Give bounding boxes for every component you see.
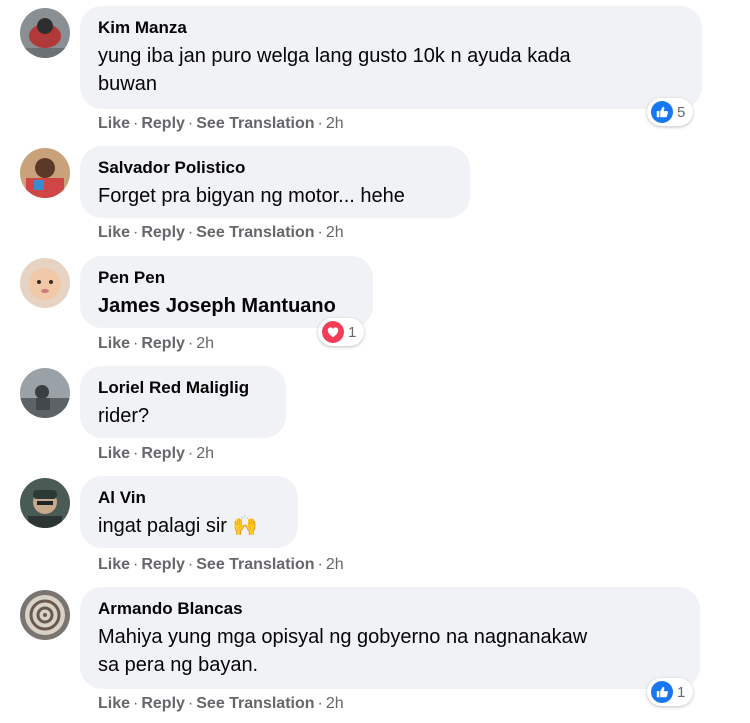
comment-bubble: Armando Blancas Mahiya yung mga opisyal … (80, 587, 700, 689)
comment-text: ingat palagi sir 🙌 (98, 515, 258, 537)
reply-link[interactable]: Reply (141, 115, 185, 132)
comment-timestamp[interactable]: 2h (326, 115, 344, 132)
like-reaction-icon (651, 101, 673, 123)
comment-actions: Like · Reply · 2h (98, 335, 215, 352)
comment-bubble: Salvador Polistico Forget pra bigyan ng … (80, 146, 470, 218)
like-link[interactable]: Like (98, 695, 130, 712)
like-link[interactable]: Like (98, 556, 130, 573)
like-link[interactable]: Like (98, 335, 130, 352)
reply-link[interactable]: Reply (141, 224, 185, 241)
comment-actions: Like · Reply · 2h (98, 445, 215, 462)
love-reaction-icon (322, 321, 344, 343)
like-reaction-icon (651, 681, 673, 703)
avatar[interactable] (20, 590, 70, 640)
comment-author[interactable]: Armando Blancas (98, 598, 682, 619)
reaction-count-value: 1 (348, 323, 357, 341)
reaction-count-value: 5 (677, 103, 686, 121)
avatar[interactable] (20, 478, 70, 528)
comment-actions: Like · Reply · See Translation · 2h (98, 556, 344, 573)
comment-text: Mahiya yung mga opisyal ng gobyerno na n… (98, 626, 588, 648)
comment-timestamp[interactable]: 2h (326, 695, 344, 712)
comment-timestamp[interactable]: 2h (326, 556, 344, 573)
comment-author[interactable]: Pen Pen (98, 267, 355, 288)
comment-text: sa pera ng bayan. (98, 654, 259, 676)
reaction-count[interactable]: 1 (318, 318, 365, 346)
like-link[interactable]: Like (98, 445, 130, 462)
see-translation-link[interactable]: See Translation (196, 556, 314, 573)
see-translation-link[interactable]: See Translation (196, 695, 314, 712)
avatar[interactable] (20, 8, 70, 58)
reply-link[interactable]: Reply (141, 556, 185, 573)
reaction-count[interactable]: 1 (647, 678, 694, 706)
see-translation-link[interactable]: See Translation (196, 115, 314, 132)
reaction-count[interactable]: 5 (647, 98, 694, 126)
like-link[interactable]: Like (98, 115, 130, 132)
comment-text: rider? (98, 405, 150, 427)
reply-link[interactable]: Reply (141, 445, 185, 462)
comment-author[interactable]: Kim Manza (98, 17, 684, 38)
comment-actions: Like · Reply · See Translation · 2h (98, 224, 344, 241)
comment-timestamp[interactable]: 2h (196, 335, 214, 352)
avatar[interactable] (20, 148, 70, 198)
comment-timestamp[interactable]: 2h (326, 224, 344, 241)
comment-bubble: Kim Manza yung iba jan puro welga lang g… (80, 6, 702, 109)
comment-actions: Like · Reply · See Translation · 2h (98, 695, 344, 712)
comment-text: buwan (98, 73, 157, 95)
comment-author[interactable]: Salvador Polistico (98, 157, 452, 178)
like-link[interactable]: Like (98, 224, 130, 241)
comment-author[interactable]: Al Vin (98, 487, 280, 508)
tagged-user-link[interactable]: James Joseph Mantuano (98, 292, 355, 320)
reply-link[interactable]: Reply (141, 335, 185, 352)
reply-link[interactable]: Reply (141, 695, 185, 712)
comment-text: yung iba jan puro welga lang gusto 10k n… (98, 45, 571, 67)
comment-timestamp[interactable]: 2h (196, 445, 214, 462)
comment-actions: Like · Reply · See Translation · 2h (98, 115, 344, 132)
see-translation-link[interactable]: See Translation (196, 224, 314, 241)
comment-text: Forget pra bigyan ng motor... hehe (98, 185, 405, 207)
reaction-count-value: 1 (677, 683, 686, 701)
avatar[interactable] (20, 258, 70, 308)
comment-bubble: Loriel Red Maliglig rider? (80, 366, 286, 438)
comment-bubble: Al Vin ingat palagi sir 🙌 (80, 476, 298, 548)
comment-author[interactable]: Loriel Red Maliglig (98, 377, 268, 398)
avatar[interactable] (20, 368, 70, 418)
